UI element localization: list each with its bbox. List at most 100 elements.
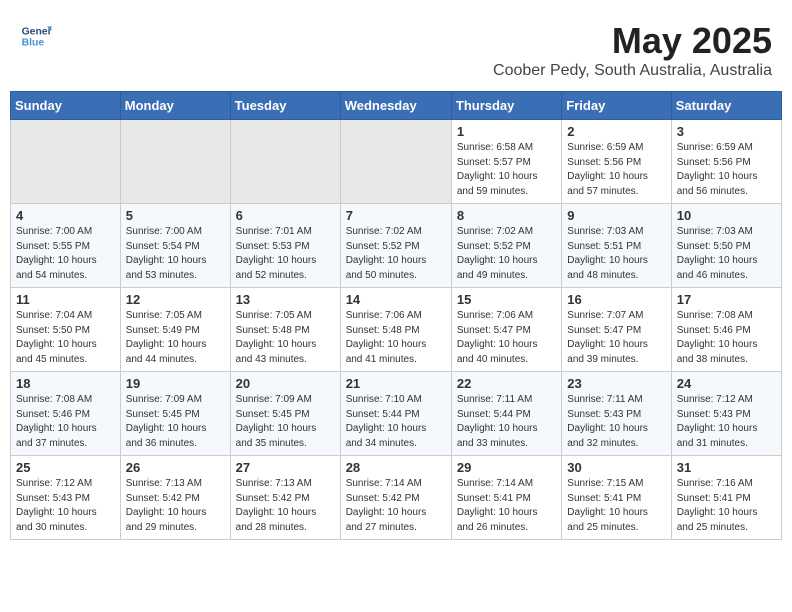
cell-info: Sunrise: 7:02 AM Sunset: 5:52 PM Dayligh…	[457, 225, 556, 283]
calendar-cell: 10Sunrise: 7:03 AM Sunset: 5:50 PM Dayli…	[671, 204, 781, 288]
col-header-wednesday: Wednesday	[340, 92, 451, 120]
cell-info: Sunrise: 7:14 AM Sunset: 5:42 PM Dayligh…	[346, 477, 446, 535]
cell-info: Sunrise: 7:03 AM Sunset: 5:50 PM Dayligh…	[677, 225, 776, 283]
calendar-cell: 15 Sunrise: 7:06 AM Sunset: 5:47 PM Dayli…	[451, 288, 561, 372]
day-number: 3	[677, 124, 776, 139]
calendar-cell: 17Sunrise: 7:08 AM Sunset: 5:46 PM Dayli…	[671, 288, 781, 372]
calendar-cell: 16 Sunrise: 7:07 AM Sunset: 5:47 PM Dayli…	[562, 288, 671, 372]
calendar-cell: 6 Sunrise: 7:01 AM Sunset: 5:53 PM Daylig…	[230, 204, 340, 288]
cell-info: Sunrise: 7:08 AM Sunset: 5:46 PM Dayligh…	[677, 309, 776, 367]
calendar-cell: 14 Sunrise: 7:06 AM Sunset: 5:48 PM Dayli…	[340, 288, 451, 372]
col-header-saturday: Saturday	[671, 92, 781, 120]
day-number: 8	[457, 208, 556, 223]
day-number: 19	[126, 376, 225, 391]
calendar-cell	[11, 120, 121, 204]
cell-info: Sunrise: 7:04 AM Sunset: 5:50 PM Dayligh…	[16, 309, 115, 367]
day-number: 12	[126, 292, 225, 307]
day-number: 31	[677, 460, 776, 475]
cell-info: Sunrise: 7:11 AM Sunset: 5:43 PM Dayligh…	[567, 393, 665, 451]
cell-info: Sunrise: 7:09 AM Sunset: 5:45 PM Dayligh…	[236, 393, 335, 451]
calendar-cell: 26 Sunrise: 7:13 AM Sunset: 5:42 PM Dayli…	[120, 456, 230, 540]
day-number: 1	[457, 124, 556, 139]
cell-info: Sunrise: 7:00 AM Sunset: 5:55 PM Dayligh…	[16, 225, 115, 283]
day-number: 15	[457, 292, 556, 307]
calendar-cell: 1 Sunrise: 6:58 AM Sunset: 5:57 PM Daylig…	[451, 120, 561, 204]
col-header-sunday: Sunday	[11, 92, 121, 120]
calendar-week-row: 11 Sunrise: 7:04 AM Sunset: 5:50 PM Dayli…	[11, 288, 782, 372]
calendar-cell: 22 Sunrise: 7:11 AM Sunset: 5:44 PM Dayli…	[451, 372, 561, 456]
cell-info: Sunrise: 7:00 AM Sunset: 5:54 PM Dayligh…	[126, 225, 225, 283]
day-number: 26	[126, 460, 225, 475]
calendar-cell: 18Sunrise: 7:08 AM Sunset: 5:46 PM Dayli…	[11, 372, 121, 456]
cell-info: Sunrise: 7:01 AM Sunset: 5:53 PM Dayligh…	[236, 225, 335, 283]
calendar-cell: 7 Sunrise: 7:02 AM Sunset: 5:52 PM Daylig…	[340, 204, 451, 288]
day-number: 4	[16, 208, 115, 223]
day-number: 25	[16, 460, 115, 475]
calendar-cell: 30Sunrise: 7:15 AM Sunset: 5:41 PM Dayli…	[562, 456, 671, 540]
cell-info: Sunrise: 7:05 AM Sunset: 5:48 PM Dayligh…	[236, 309, 335, 367]
logo-icon: General Blue	[20, 20, 52, 52]
calendar-cell: 31Sunrise: 7:16 AM Sunset: 5:41 PM Dayli…	[671, 456, 781, 540]
cell-info: Sunrise: 7:02 AM Sunset: 5:52 PM Dayligh…	[346, 225, 446, 283]
cell-info: Sunrise: 6:59 AM Sunset: 5:56 PM Dayligh…	[677, 141, 776, 199]
day-number: 13	[236, 292, 335, 307]
subtitle: Coober Pedy, South Australia, Australia	[493, 62, 772, 80]
cell-info: Sunrise: 7:08 AM Sunset: 5:46 PM Dayligh…	[16, 393, 115, 451]
calendar-cell: 29Sunrise: 7:14 AM Sunset: 5:41 PM Dayli…	[451, 456, 561, 540]
cell-info: Sunrise: 7:15 AM Sunset: 5:41 PM Dayligh…	[567, 477, 665, 535]
cell-info: Sunrise: 7:12 AM Sunset: 5:43 PM Dayligh…	[677, 393, 776, 451]
day-number: 21	[346, 376, 446, 391]
main-title: May 2025	[493, 20, 772, 62]
day-number: 28	[346, 460, 446, 475]
title-block: May 2025 Coober Pedy, South Australia, A…	[493, 20, 772, 80]
calendar-cell: 12Sunrise: 7:05 AM Sunset: 5:49 PM Dayli…	[120, 288, 230, 372]
calendar-cell	[230, 120, 340, 204]
cell-info: Sunrise: 7:07 AM Sunset: 5:47 PM Dayligh…	[567, 309, 665, 367]
cell-info: Sunrise: 7:13 AM Sunset: 5:42 PM Dayligh…	[236, 477, 335, 535]
calendar-cell: 23Sunrise: 7:11 AM Sunset: 5:43 PM Dayli…	[562, 372, 671, 456]
cell-info: Sunrise: 6:58 AM Sunset: 5:57 PM Dayligh…	[457, 141, 556, 199]
day-number: 16	[567, 292, 665, 307]
day-number: 22	[457, 376, 556, 391]
calendar-cell: 3 Sunrise: 6:59 AM Sunset: 5:56 PM Daylig…	[671, 120, 781, 204]
day-number: 2	[567, 124, 665, 139]
calendar-cell: 24 Sunrise: 7:12 AM Sunset: 5:43 PM Dayli…	[671, 372, 781, 456]
day-number: 6	[236, 208, 335, 223]
day-number: 14	[346, 292, 446, 307]
day-number: 5	[126, 208, 225, 223]
cell-info: Sunrise: 7:13 AM Sunset: 5:42 PM Dayligh…	[126, 477, 225, 535]
calendar-cell: 21 Sunrise: 7:10 AM Sunset: 5:44 PM Dayli…	[340, 372, 451, 456]
calendar-cell: 4 Sunrise: 7:00 AM Sunset: 5:55 PM Daylig…	[11, 204, 121, 288]
calendar-cell	[340, 120, 451, 204]
calendar-week-row: 25Sunrise: 7:12 AM Sunset: 5:43 PM Dayli…	[11, 456, 782, 540]
svg-text:Blue: Blue	[22, 38, 45, 49]
calendar-header-row: SundayMondayTuesdayWednesdayThursdayFrid…	[11, 92, 782, 120]
cell-info: Sunrise: 7:06 AM Sunset: 5:48 PM Dayligh…	[346, 309, 446, 367]
col-header-friday: Friday	[562, 92, 671, 120]
calendar-week-row: 4 Sunrise: 7:00 AM Sunset: 5:55 PM Daylig…	[11, 204, 782, 288]
day-number: 11	[16, 292, 115, 307]
calendar-week-row: 18Sunrise: 7:08 AM Sunset: 5:46 PM Dayli…	[11, 372, 782, 456]
calendar-cell: 28 Sunrise: 7:14 AM Sunset: 5:42 PM Dayli…	[340, 456, 451, 540]
calendar-week-row: 1 Sunrise: 6:58 AM Sunset: 5:57 PM Daylig…	[11, 120, 782, 204]
day-number: 20	[236, 376, 335, 391]
calendar-cell: 5 Sunrise: 7:00 AM Sunset: 5:54 PM Daylig…	[120, 204, 230, 288]
calendar-cell: 20 Sunrise: 7:09 AM Sunset: 5:45 PM Dayli…	[230, 372, 340, 456]
cell-info: Sunrise: 6:59 AM Sunset: 5:56 PM Dayligh…	[567, 141, 665, 199]
calendar: SundayMondayTuesdayWednesdayThursdayFrid…	[10, 91, 782, 540]
day-number: 7	[346, 208, 446, 223]
day-number: 9	[567, 208, 665, 223]
logo: General Blue	[20, 20, 52, 52]
calendar-cell: 13 Sunrise: 7:05 AM Sunset: 5:48 PM Dayli…	[230, 288, 340, 372]
cell-info: Sunrise: 7:11 AM Sunset: 5:44 PM Dayligh…	[457, 393, 556, 451]
cell-info: Sunrise: 7:10 AM Sunset: 5:44 PM Dayligh…	[346, 393, 446, 451]
col-header-tuesday: Tuesday	[230, 92, 340, 120]
day-number: 27	[236, 460, 335, 475]
cell-info: Sunrise: 7:03 AM Sunset: 5:51 PM Dayligh…	[567, 225, 665, 283]
calendar-cell: 11 Sunrise: 7:04 AM Sunset: 5:50 PM Dayli…	[11, 288, 121, 372]
cell-info: Sunrise: 7:06 AM Sunset: 5:47 PM Dayligh…	[457, 309, 556, 367]
day-number: 29	[457, 460, 556, 475]
svg-text:General: General	[22, 26, 52, 37]
day-number: 24	[677, 376, 776, 391]
calendar-cell: 9 Sunrise: 7:03 AM Sunset: 5:51 PM Daylig…	[562, 204, 671, 288]
